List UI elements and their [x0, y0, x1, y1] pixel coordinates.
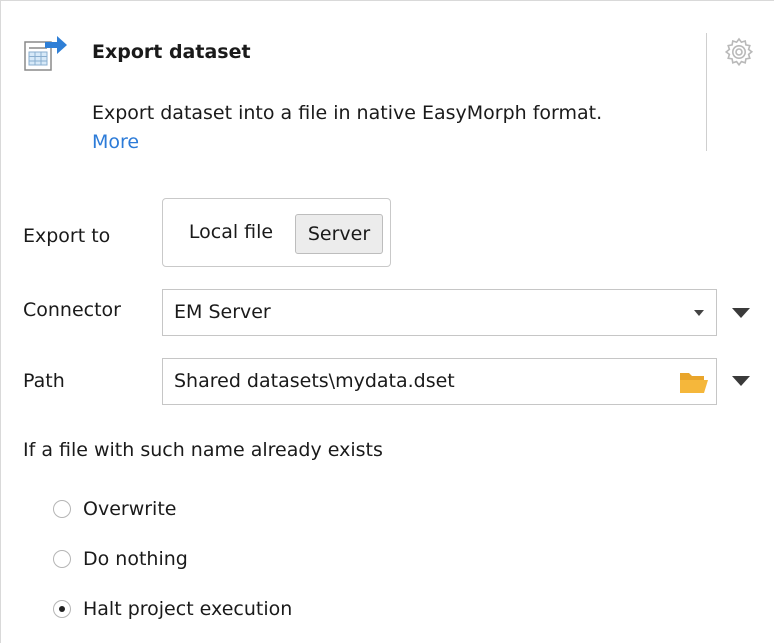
connector-value: EM Server	[174, 301, 271, 323]
path-value: Shared datasets\mydata.dset	[174, 370, 455, 392]
export-to-label: Export to	[23, 225, 111, 247]
path-label: Path	[23, 370, 65, 392]
export-dataset-icon	[23, 34, 69, 74]
radio-overwrite[interactable]: Overwrite	[53, 498, 176, 520]
export-to-segmented-control: Local file Server	[162, 198, 391, 267]
chevron-down-icon[interactable]	[694, 310, 704, 316]
connector-label: Connector	[23, 299, 121, 321]
path-input[interactable]: Shared datasets\mydata.dset	[162, 358, 717, 405]
radio-halt-project-execution[interactable]: Halt project execution	[53, 598, 292, 620]
path-options-arrow-icon[interactable]	[732, 376, 750, 386]
local-file-option[interactable]: Local file	[173, 214, 289, 250]
header-divider	[706, 33, 707, 151]
server-option[interactable]: Server	[295, 214, 383, 254]
connector-dropdown[interactable]: EM Server	[162, 289, 717, 336]
radio-label: Halt project execution	[83, 598, 293, 620]
radio-label: Overwrite	[83, 498, 177, 520]
if-exists-label: If a file with such name already exists	[23, 439, 383, 461]
radio-button[interactable]	[53, 550, 71, 568]
connector-options-arrow-icon[interactable]	[732, 308, 750, 318]
more-link[interactable]: More	[92, 131, 139, 153]
radio-do-nothing[interactable]: Do nothing	[53, 548, 188, 570]
description-text: Export dataset into a file in native Eas…	[92, 102, 603, 124]
page-title: Export dataset	[92, 41, 251, 63]
radio-label: Do nothing	[83, 548, 188, 570]
folder-icon[interactable]	[678, 368, 710, 396]
export-dataset-panel: Export dataset Export dataset into a fil…	[0, 0, 774, 643]
gear-icon[interactable]	[723, 36, 755, 68]
radio-button[interactable]	[53, 500, 71, 518]
radio-button-checked[interactable]	[53, 600, 71, 618]
